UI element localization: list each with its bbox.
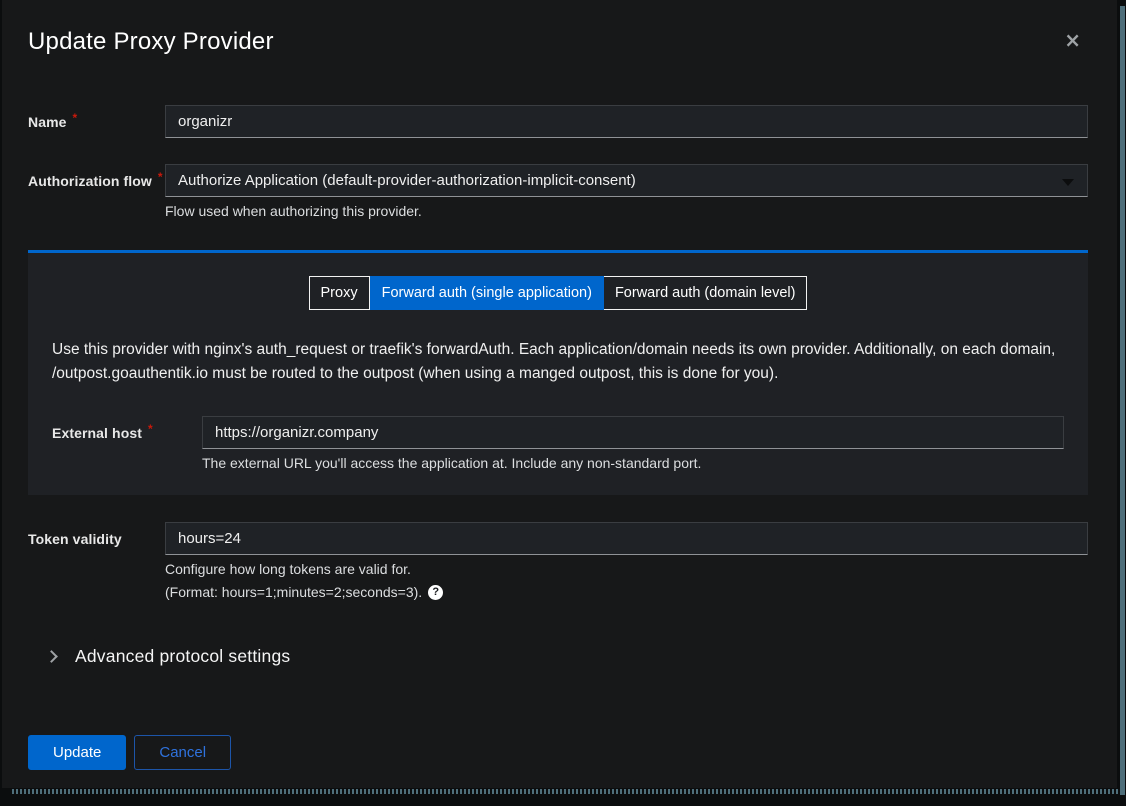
- external-host-help: The external URL you'll access the appli…: [202, 455, 1064, 472]
- update-proxy-provider-modal: Update Proxy Provider × Name * Authoriza…: [2, 0, 1117, 788]
- modal-header: Update Proxy Provider ×: [2, 0, 1117, 56]
- modal-title: Update Proxy Provider: [28, 28, 1091, 56]
- advanced-protocol-settings-toggle[interactable]: Advanced protocol settings: [28, 646, 290, 667]
- authorization-flow-control: Authorize Application (default-provider-…: [165, 164, 1088, 220]
- external-host-label: External host *: [52, 416, 202, 449]
- window-frame-bottom: [12, 789, 1119, 794]
- tab-forward-auth-single[interactable]: Forward auth (single application): [370, 276, 604, 310]
- required-asterisk: *: [73, 111, 78, 125]
- token-validity-format-text: (Format: hours=1;minutes=2;seconds=3).: [165, 584, 422, 600]
- screen-background: Update Proxy Provider × Name * Authoriza…: [0, 0, 1126, 806]
- required-asterisk: *: [148, 422, 153, 436]
- authorization-flow-selected-value: Authorize Application (default-provider-…: [178, 172, 636, 189]
- name-input[interactable]: [165, 105, 1088, 138]
- tab-forward-auth-domain[interactable]: Forward auth (domain level): [604, 276, 808, 310]
- proxy-mode-card: Proxy Forward auth (single application) …: [28, 250, 1088, 495]
- authorization-flow-select[interactable]: Authorize Application (default-provider-…: [165, 164, 1088, 197]
- external-host-control: The external URL you'll access the appli…: [202, 416, 1064, 472]
- name-field-row: Name *: [28, 105, 1088, 138]
- name-label: Name *: [28, 105, 165, 138]
- window-frame-right: [1120, 6, 1125, 795]
- name-label-text: Name: [28, 114, 67, 130]
- modal-body: Name * Authorization flow * Authorize Ap…: [2, 105, 1117, 770]
- authorization-flow-label: Authorization flow *: [28, 164, 165, 197]
- authorization-flow-label-text: Authorization flow: [28, 173, 152, 189]
- question-circle-icon[interactable]: ?: [428, 585, 443, 600]
- mode-description: Use this provider with nginx's auth_requ…: [52, 338, 1062, 386]
- external-host-row: External host * The external URL you'll …: [52, 416, 1064, 472]
- close-icon[interactable]: ×: [1064, 30, 1081, 50]
- modal-footer: Update Cancel: [28, 735, 1088, 770]
- proxy-mode-toggle-group: Proxy Forward auth (single application) …: [52, 276, 1064, 310]
- cancel-button[interactable]: Cancel: [134, 735, 231, 770]
- chevron-down-icon: [1062, 179, 1074, 186]
- advanced-protocol-settings-label: Advanced protocol settings: [75, 646, 290, 667]
- token-validity-row: Token validity Configure how long tokens…: [28, 522, 1088, 600]
- token-validity-label-text: Token validity: [28, 531, 122, 547]
- authorization-flow-row: Authorization flow * Authorize Applicati…: [28, 164, 1088, 220]
- chevron-right-icon: [45, 650, 58, 663]
- external-host-input[interactable]: [202, 416, 1064, 449]
- name-control: [165, 105, 1088, 138]
- token-validity-control: Configure how long tokens are valid for.…: [165, 522, 1088, 600]
- token-validity-help-1: Configure how long tokens are valid for.: [165, 561, 1088, 578]
- token-validity-input[interactable]: [165, 522, 1088, 555]
- required-asterisk: *: [158, 170, 163, 184]
- token-validity-help-2: (Format: hours=1;minutes=2;seconds=3). ?: [165, 584, 1088, 600]
- external-host-label-text: External host: [52, 425, 142, 441]
- authorization-flow-help: Flow used when authorizing this provider…: [165, 203, 1088, 220]
- token-validity-label: Token validity: [28, 522, 165, 555]
- tab-proxy[interactable]: Proxy: [309, 276, 370, 310]
- update-button[interactable]: Update: [28, 735, 126, 770]
